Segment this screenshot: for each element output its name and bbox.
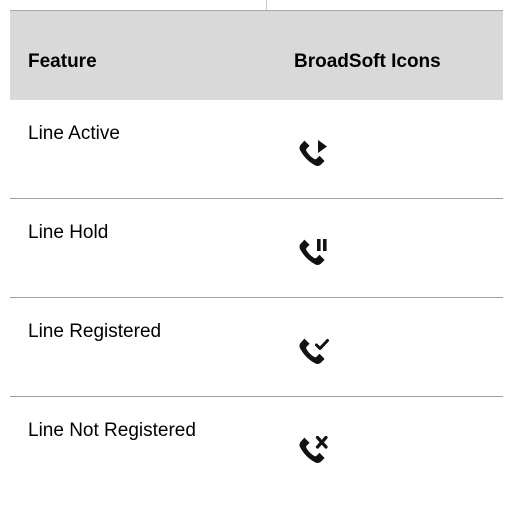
phone-pause-icon (298, 238, 344, 272)
feature-icon-table: Feature BroadSoft Icons Line Active Line… (10, 10, 503, 495)
phone-play-icon (298, 139, 344, 173)
table-row: Line Not Registered (10, 397, 503, 495)
table-row: Line Hold (10, 199, 503, 298)
table-row: Line Registered (10, 298, 503, 397)
phone-x-icon (298, 436, 344, 470)
phone-check-icon (298, 337, 344, 371)
header-feature: Feature (28, 51, 97, 72)
feature-label-line-active: Line Active (28, 123, 120, 144)
table-header-row: Feature BroadSoft Icons (10, 11, 503, 100)
feature-label-line-hold: Line Hold (28, 222, 109, 243)
feature-label-line-not-registered: Line Not Registered (28, 420, 196, 441)
header-broadsoft-icons: BroadSoft Icons (294, 51, 441, 72)
feature-label-line-registered: Line Registered (28, 321, 162, 342)
table-row: Line Active (10, 100, 503, 199)
column-divider-tick (266, 0, 267, 10)
